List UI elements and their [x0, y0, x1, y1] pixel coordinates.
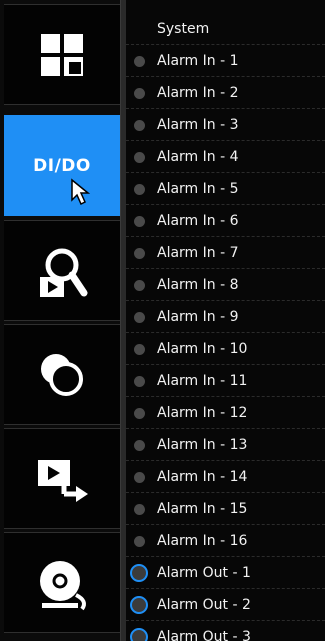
alarm-in-row[interactable]: Alarm In - 10	[126, 334, 325, 365]
status-indicator-icon	[134, 119, 145, 131]
status-indicator-icon	[134, 247, 145, 259]
alarm-in-row[interactable]: Alarm In - 7	[126, 238, 325, 269]
alarm-out-toggle-icon[interactable]	[130, 628, 148, 641]
alarm-in-label: Alarm In - 15	[157, 501, 248, 517]
sidebar-item-alarm[interactable]	[4, 532, 120, 633]
alarm-in-label: Alarm In - 7	[157, 245, 239, 261]
alarm-in-row[interactable]: Alarm In - 4	[126, 142, 325, 173]
alarm-in-label: Alarm In - 11	[157, 373, 248, 389]
status-indicator-icon	[134, 151, 145, 163]
video-export-icon	[38, 459, 88, 502]
status-indicator-icon	[134, 535, 145, 547]
alarm-out-label: Alarm Out - 1	[157, 565, 251, 581]
alarm-in-label: Alarm In - 5	[157, 181, 239, 197]
mouse-cursor-icon	[71, 178, 90, 206]
alarm-in-label: Alarm In - 2	[157, 85, 239, 101]
alarm-in-label: Alarm In - 4	[157, 149, 239, 165]
alarm-in-label: Alarm In - 6	[157, 213, 239, 229]
alarm-in-row[interactable]: Alarm In - 11	[126, 366, 325, 397]
status-indicator-icon	[134, 183, 145, 195]
sidebar-item-di-do[interactable]: DI/DO	[4, 115, 120, 216]
status-indicator-icon	[134, 215, 145, 227]
alarm-in-label: Alarm In - 14	[157, 469, 248, 485]
status-indicator-icon	[134, 343, 145, 355]
alarm-in-row[interactable]: Alarm In - 14	[126, 462, 325, 493]
alarm-out-label: Alarm Out - 3	[157, 629, 251, 641]
overlap-circles-icon	[41, 353, 83, 396]
sidebar-item-export[interactable]	[4, 428, 120, 529]
list-header-label: System	[157, 21, 210, 37]
alarm-in-row[interactable]: Alarm In - 3	[126, 110, 325, 141]
alarm-bell-icon	[40, 560, 86, 610]
alarm-in-label: Alarm In - 9	[157, 309, 239, 325]
alarm-in-row[interactable]: Alarm In - 15	[126, 494, 325, 525]
alarm-out-row[interactable]: Alarm Out - 1	[126, 558, 325, 589]
alarm-in-label: Alarm In - 16	[157, 533, 248, 549]
alarm-out-row[interactable]: Alarm Out - 2	[126, 590, 325, 621]
alarm-in-label: Alarm In - 10	[157, 341, 248, 357]
sidebar-item-dashboard[interactable]	[4, 4, 120, 105]
alarm-in-row[interactable]: Alarm In - 1	[126, 46, 325, 77]
alarm-out-row[interactable]: Alarm Out - 3	[126, 622, 325, 641]
status-indicator-icon	[134, 55, 145, 67]
status-indicator-icon	[134, 407, 145, 419]
alarm-in-row[interactable]: Alarm In - 12	[126, 398, 325, 429]
status-indicator-icon	[134, 439, 145, 451]
alarm-in-row[interactable]: Alarm In - 9	[126, 302, 325, 333]
alarm-in-row[interactable]: Alarm In - 5	[126, 174, 325, 205]
status-indicator-icon	[134, 279, 145, 291]
sidebar-item-event[interactable]	[4, 324, 120, 425]
list-header: System	[126, 14, 325, 45]
status-indicator-icon	[134, 311, 145, 323]
status-indicator-icon	[134, 375, 145, 387]
alarm-in-row[interactable]: Alarm In - 16	[126, 526, 325, 557]
alarm-in-row[interactable]: Alarm In - 13	[126, 430, 325, 461]
layout-grid-icon	[41, 33, 83, 76]
sidebar-item-search[interactable]	[4, 220, 120, 321]
status-indicator-icon	[134, 87, 145, 99]
search-playback-icon	[40, 248, 88, 297]
alarm-in-label: Alarm In - 1	[157, 53, 239, 69]
alarm-out-toggle-icon[interactable]	[130, 596, 148, 614]
app-root: DI/DO System Alarm In - 1 Alarm In - 2 A…	[0, 0, 325, 641]
alarm-in-row[interactable]: Alarm In - 6	[126, 206, 325, 237]
sidebar: DI/DO	[0, 0, 121, 641]
status-indicator-icon	[134, 503, 145, 515]
alarm-out-toggle-icon[interactable]	[130, 564, 148, 582]
alarm-in-label: Alarm In - 3	[157, 117, 239, 133]
alarm-out-label: Alarm Out - 2	[157, 597, 251, 613]
status-indicator-icon	[134, 471, 145, 483]
alarm-in-label: Alarm In - 8	[157, 277, 239, 293]
alarm-in-row[interactable]: Alarm In - 8	[126, 270, 325, 301]
alarm-in-row[interactable]: Alarm In - 2	[126, 78, 325, 109]
sidebar-item-label: DI/DO	[33, 155, 91, 176]
alarm-in-label: Alarm In - 13	[157, 437, 248, 453]
alarm-in-label: Alarm In - 12	[157, 405, 248, 421]
